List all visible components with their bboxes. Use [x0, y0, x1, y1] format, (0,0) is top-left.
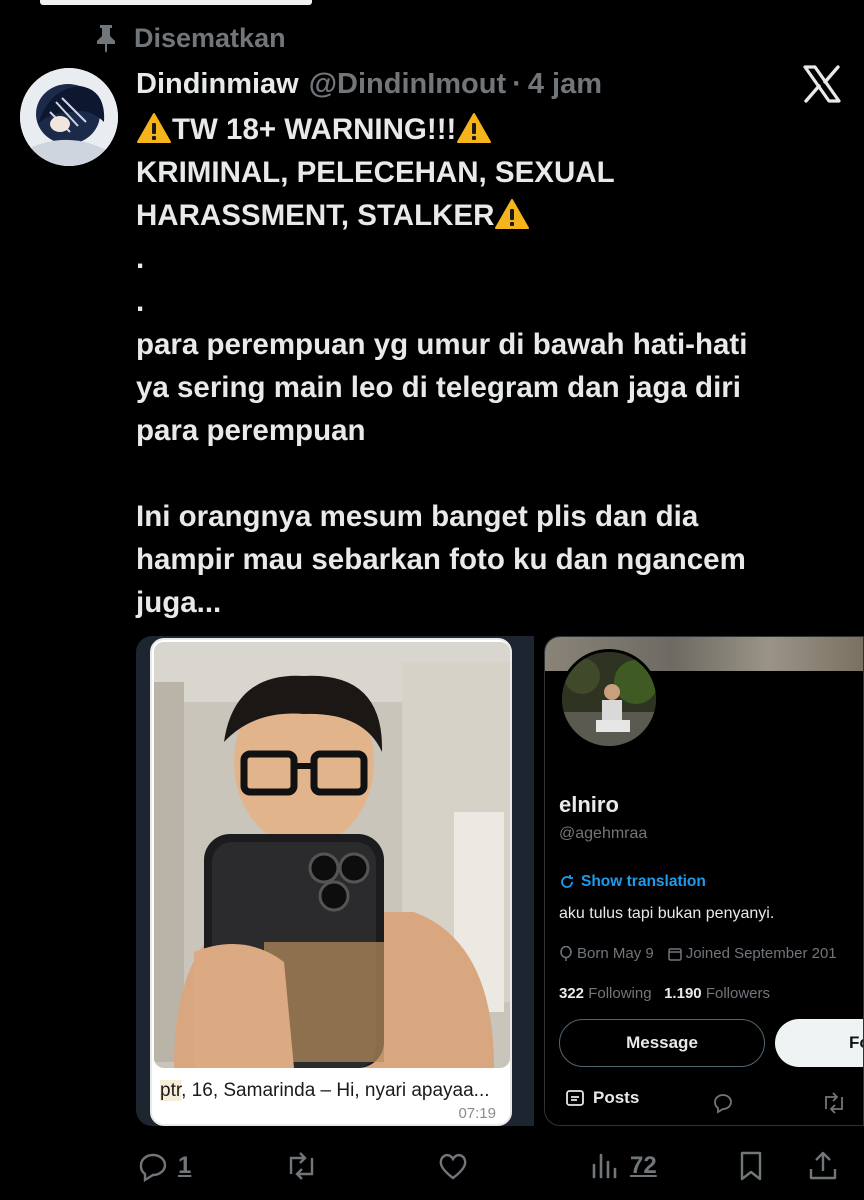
- top-progress-bar: [40, 0, 312, 5]
- views-icon: [592, 1153, 617, 1179]
- caption-highlight: ptr: [160, 1080, 182, 1101]
- profile-follow-button: Fo: [775, 1019, 863, 1067]
- retweet-button[interactable]: [284, 1144, 326, 1188]
- tweet-timestamp[interactable]: 4 jam: [528, 68, 602, 101]
- tweet-line-6: para perempuan yg umur di bawah hati-hat…: [136, 328, 748, 361]
- profile-joined-text: Joined September 201: [685, 945, 837, 962]
- author-display-name[interactable]: Dindinmiaw: [136, 68, 299, 101]
- tweet-line-3: HARASSMENT, STALKER: [136, 194, 846, 237]
- profile-tab-posts-label: Posts: [593, 1088, 640, 1107]
- tweet-line-4: .: [136, 242, 145, 275]
- profile-name: elniro: [559, 792, 619, 817]
- media-image-1[interactable]: ptr, 16, Samarinda – Hi, nyari apayaa...…: [136, 636, 534, 1126]
- chat-caption: ptr, 16, Samarinda – Hi, nyari apayaa...: [160, 1080, 490, 1102]
- reply-count: 1: [178, 1152, 192, 1179]
- author-handle[interactable]: @DindinImout: [309, 68, 506, 101]
- calendar-icon: [667, 947, 682, 961]
- heart-icon: [439, 1153, 467, 1180]
- tweet-line-5: .: [136, 285, 145, 318]
- caption-text: , 16, Samarinda – Hi, nyari apayaa...: [181, 1080, 490, 1101]
- show-translation-link: Show translation: [559, 873, 706, 891]
- tweet-line-2: KRIMINAL, PELECEHAN, SEXUAL: [136, 156, 615, 189]
- author-avatar[interactable]: [20, 68, 118, 166]
- reply-button[interactable]: 1: [136, 1144, 191, 1188]
- profile-bio: aku tulus tapi bukan penyanyi.: [559, 905, 775, 922]
- profile-message-button: Message: [559, 1019, 765, 1067]
- profile-follow-stats: 322 Following 1.190 Followers: [559, 985, 770, 1002]
- chat-photo-card: ptr, 16, Samarinda – Hi, nyari apayaa...…: [150, 638, 512, 1126]
- warning-icon: [457, 113, 492, 143]
- tweet-media: ptr, 16, Samarinda – Hi, nyari apayaa...…: [136, 636, 864, 1128]
- avatar-image: [20, 68, 118, 166]
- share-icon: [809, 1151, 837, 1180]
- following-count: 322: [559, 985, 585, 1002]
- followers-label: Followers: [705, 985, 770, 1002]
- header-separator: ·: [512, 67, 522, 100]
- posts-icon: [566, 1090, 584, 1106]
- tweet-line-text: HARASSMENT, STALKER: [136, 199, 495, 232]
- reply-icon: [139, 1153, 167, 1183]
- tweet-line-text: TW 18+ WARNING!!!: [172, 113, 457, 146]
- profile-tab-posts: Posts: [565, 1088, 639, 1108]
- like-button[interactable]: [436, 1144, 478, 1188]
- pinned-label: Disematkan: [92, 22, 286, 54]
- pinned-text: Disematkan: [134, 22, 286, 53]
- x-logo-icon[interactable]: [802, 64, 842, 104]
- share-button[interactable]: [806, 1144, 840, 1188]
- pin-icon: [97, 25, 115, 53]
- profile-handle: @agehmraa: [559, 825, 648, 842]
- tweet-actions: 1 72: [136, 1144, 864, 1188]
- tweet-line-8: para perempuan: [136, 414, 366, 447]
- profile-born-text: Born May 9: [577, 945, 654, 962]
- tweet-line-1: TW 18+ WARNING!!!: [136, 108, 846, 151]
- tweet-line-10: Ini orangnya mesum banget plis dan dia: [136, 500, 699, 533]
- following-label: Following: [588, 985, 652, 1002]
- views-button[interactable]: 72: [588, 1144, 657, 1188]
- views-count: 72: [630, 1152, 657, 1179]
- tweet-header: Dindinmiaw @DindinImout · 4 jam: [136, 64, 602, 104]
- tweet-line-12: juga...: [136, 586, 222, 619]
- translate-icon: [561, 875, 573, 888]
- bookmark-button[interactable]: [734, 1144, 768, 1188]
- tweet-line-11: hampir mau sebarkan foto ku dan ngancem: [136, 543, 746, 576]
- reposts-tab-icon: [825, 1092, 843, 1114]
- profile-avatar: [559, 649, 659, 749]
- tweet-line-7: ya sering main leo di telegram dan jaga …: [136, 371, 741, 404]
- mirror-selfie-photo: [154, 642, 510, 1068]
- profile-tabs: Posts: [545, 1081, 863, 1125]
- media-image-2[interactable]: elniro @agehmraa Show translation aku tu…: [544, 636, 864, 1126]
- profile-born: Born May 9: [559, 945, 654, 962]
- balloon-icon: [560, 945, 572, 961]
- bookmark-icon: [740, 1151, 762, 1181]
- followers-count: 1.190: [664, 985, 702, 1002]
- profile-joined: Joined September 201: [667, 945, 837, 962]
- show-translation-text: Show translation: [581, 873, 706, 890]
- profile-meta: Born May 9 Joined September 201: [559, 945, 837, 962]
- tweet-body: TW 18+ WARNING!!! KRIMINAL, PELECEHAN, S…: [136, 108, 846, 624]
- replies-tab-icon: [714, 1094, 732, 1114]
- warning-icon: [495, 199, 530, 229]
- caption-time: 07:19: [458, 1105, 496, 1122]
- retweet-icon: [289, 1152, 314, 1180]
- warning-icon: [137, 113, 171, 143]
